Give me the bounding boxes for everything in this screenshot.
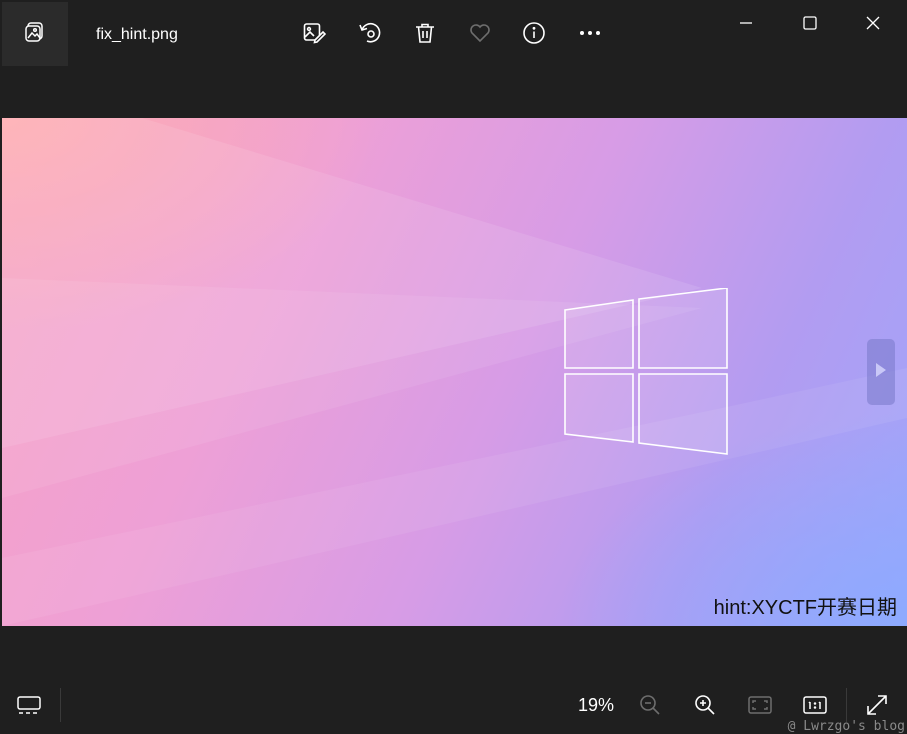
file-name-title: fix_hint.png (96, 26, 178, 43)
minimize-icon[interactable] (731, 8, 761, 38)
toolbar-divider-left (60, 688, 61, 722)
maximize-icon[interactable] (795, 8, 825, 38)
edit-image-icon[interactable] (301, 20, 327, 46)
toolbar-divider-right (846, 688, 847, 722)
delete-icon[interactable] (412, 20, 438, 46)
app-tile[interactable] (2, 2, 68, 66)
light-beams (2, 118, 907, 626)
zoom-in-icon[interactable] (692, 692, 718, 718)
hint-text: hint:XYCTF开赛日期 (713, 597, 897, 619)
next-image-button[interactable] (867, 339, 895, 405)
zoom-level[interactable]: 19% (578, 695, 614, 716)
rotate-icon[interactable] (357, 20, 383, 46)
next-arrow-icon (875, 362, 887, 383)
file-info-icon[interactable] (521, 20, 547, 46)
favorite-heart-icon (467, 20, 493, 46)
image-canvas[interactable]: hint:XYCTF开赛日期 (2, 118, 907, 626)
watermark-text: @ Lwrzgo's blog (787, 719, 905, 734)
photos-window: fix_hint.png hint:XYCTF开赛日期 19% @ Lwrzgo… (0, 0, 907, 734)
actual-size-icon[interactable] (802, 692, 828, 718)
fit-to-window-icon (747, 692, 773, 718)
close-icon[interactable] (858, 8, 888, 38)
windows-logo (564, 288, 728, 455)
title-bar: fix_hint.png (0, 0, 907, 68)
filmstrip-icon[interactable] (16, 692, 42, 718)
bottom-toolbar: 19% @ Lwrzgo's blog (0, 676, 907, 734)
fullscreen-icon[interactable] (864, 692, 890, 718)
zoom-out-icon (637, 692, 663, 718)
more-options-icon[interactable] (577, 20, 603, 46)
photos-app-icon (24, 21, 46, 48)
